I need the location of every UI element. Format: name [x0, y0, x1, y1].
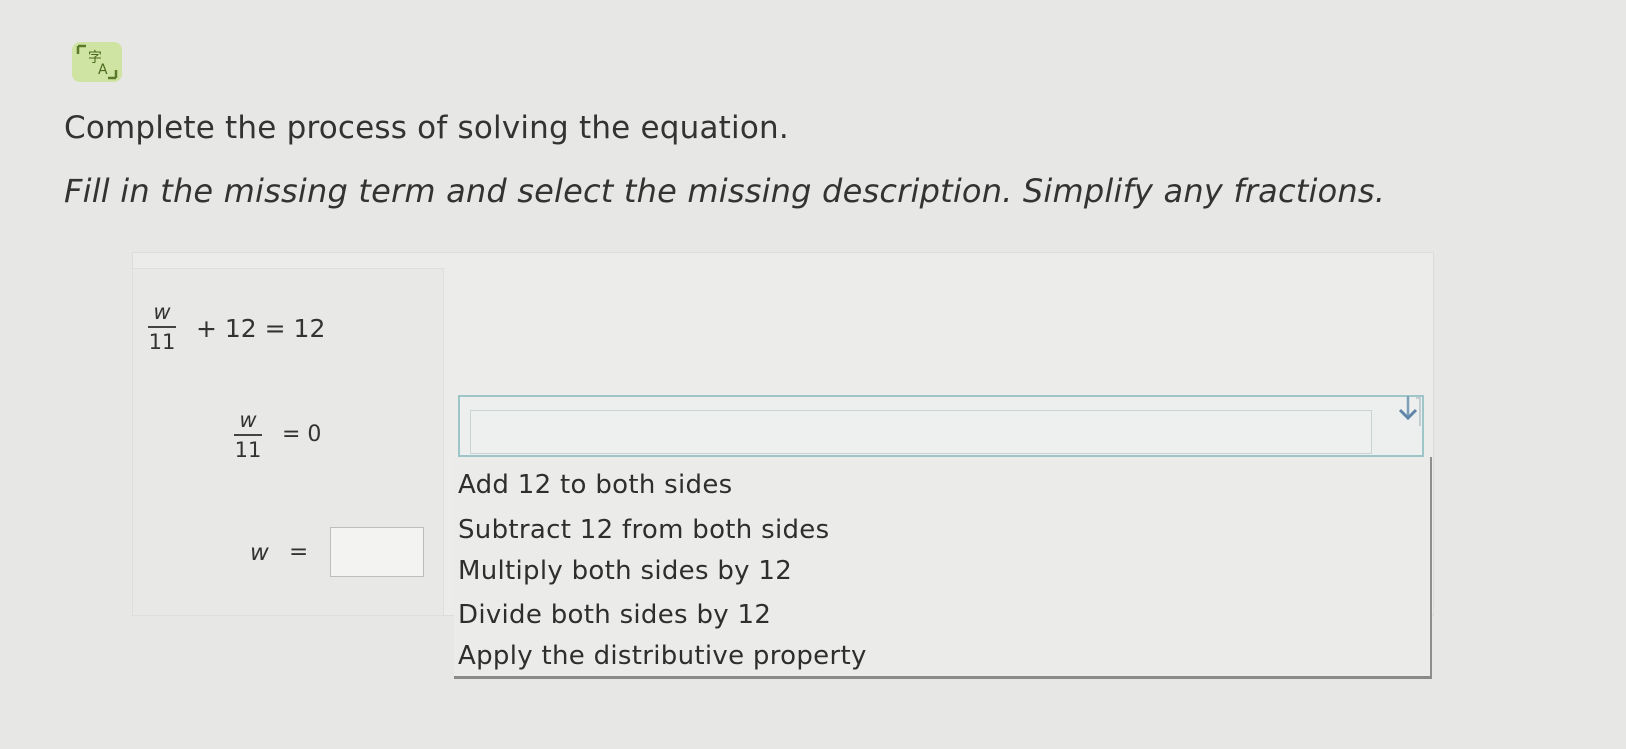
option-distributive[interactable]: Apply the distributive property: [458, 641, 867, 671]
step3-variable: w: [250, 540, 269, 566]
svg-text:A: A: [98, 62, 108, 78]
step1-denominator: 11: [148, 330, 176, 354]
dropdown-arrow-icon[interactable]: [1390, 392, 1426, 432]
step1-equation-rest: + 12 = 12: [196, 314, 326, 343]
option-subtract-12[interactable]: Subtract 12 from both sides: [458, 515, 829, 545]
step2-fraction: w 11: [234, 408, 262, 462]
step2-numerator: w: [239, 408, 257, 432]
step1-numerator: w: [153, 300, 171, 324]
step1-fraction: w 11: [148, 300, 176, 354]
translate-icon[interactable]: 字 A: [70, 36, 126, 86]
instruction-text: Complete the process of solving the equa…: [64, 110, 789, 146]
step2-denominator: 11: [234, 438, 262, 462]
step2-equation-rest: = 0: [282, 422, 322, 447]
option-multiply-12[interactable]: Multiply both sides by 12: [458, 556, 792, 586]
option-divide-12[interactable]: Divide both sides by 12: [458, 600, 771, 630]
description-select-value[interactable]: [470, 410, 1372, 454]
subinstruction-text: Fill in the missing term and select the …: [64, 172, 1386, 210]
option-add-12[interactable]: Add 12 to both sides: [458, 470, 732, 500]
answer-input[interactable]: [330, 527, 424, 577]
step3-equals: =: [289, 539, 309, 565]
